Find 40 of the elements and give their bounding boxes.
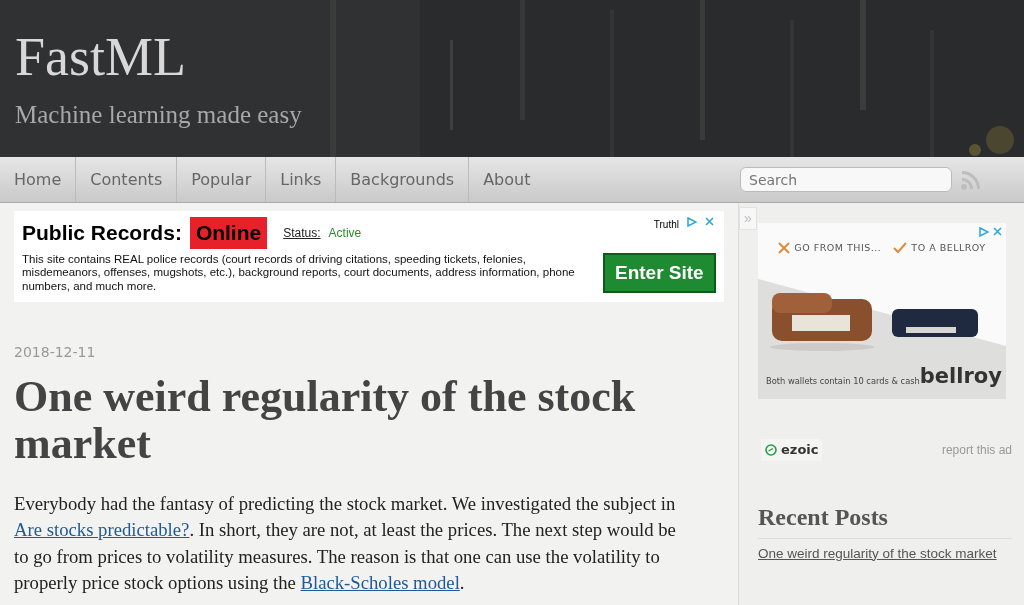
ad-choices-icon[interactable]: [687, 217, 697, 227]
ad-card[interactable]: GO FROM THIS... TO A BELLROY Both wallets contain 10 cards & cash bellroy: [758, 223, 1006, 400]
nav-link[interactable]: About: [469, 157, 545, 202]
article-link[interactable]: Black-Scholes model: [300, 572, 460, 594]
ezoic-label: ezoic: [781, 441, 819, 460]
close-icon[interactable]: [705, 217, 714, 226]
ezoic-logo-icon: [765, 444, 777, 456]
nav-link[interactable]: Links: [266, 157, 337, 202]
ad-choices-icon[interactable]: [979, 227, 989, 237]
cross-icon: [778, 242, 791, 255]
nav-link[interactable]: Backgrounds: [336, 157, 470, 202]
close-icon[interactable]: [993, 227, 1002, 236]
ad-highlight: Online: [189, 217, 268, 249]
nav-link[interactable]: Contents: [76, 157, 178, 202]
check-icon: [893, 242, 908, 255]
ad-banner[interactable]: [14, 211, 724, 302]
post-date: 2018-12-11: [14, 342, 97, 362]
status-label: Status:: [283, 224, 321, 242]
status-value: Active: [328, 224, 362, 242]
article-link[interactable]: Are stocks predictable?: [14, 519, 190, 541]
ad-caption: GO FROM THIS...: [794, 241, 882, 255]
site-tagline: Machine learning made easy: [15, 100, 303, 130]
nav-link[interactable]: Home: [0, 157, 77, 202]
post-title[interactable]: One weird regularity of the stock market: [14, 372, 714, 467]
ad-caption: TO A BELLROY: [911, 241, 986, 255]
rss-icon[interactable]: [960, 168, 982, 191]
search-field[interactable]: Search: [740, 167, 952, 192]
recent-posts-heading: Recent Posts: [758, 502, 889, 532]
ad-text: This site contains REAL police records (court records of driving citations, speeding tickets, felonies, misdemeanors, offenses, mugshots, etc.), background reports, court documents, address information, phone numbers, and much more.: [22, 252, 576, 294]
recent-post-link[interactable]: One weird regularity of the stock market: [758, 544, 1012, 563]
ad-footer-text: Both wallets contain 10 cards & cash: [766, 374, 920, 388]
ad-headline: Public Records:: [22, 220, 182, 246]
enter-site-button[interactable]: Enter Site: [603, 252, 716, 294]
ezoic-badge[interactable]: ezoic: [761, 439, 823, 461]
site-title[interactable]: FastML: [15, 30, 1024, 84]
report-ad-link[interactable]: report this ad: [941, 441, 1012, 459]
nav-link[interactable]: Popular: [177, 157, 267, 202]
ad-brand: Truthl: [653, 218, 679, 232]
post-paragraph: Everybody had the fantasy of predicting the stock market. We investigated the subject in Are stocks predictable?. In short, they are not, at least the prices. The next step would be to go from prices to volatility measures. The reason is that one can use the volatility to properly price stock options using the Black-Scholes model.: [14, 491, 677, 596]
ad-brand: bellroy: [919, 366, 1002, 388]
